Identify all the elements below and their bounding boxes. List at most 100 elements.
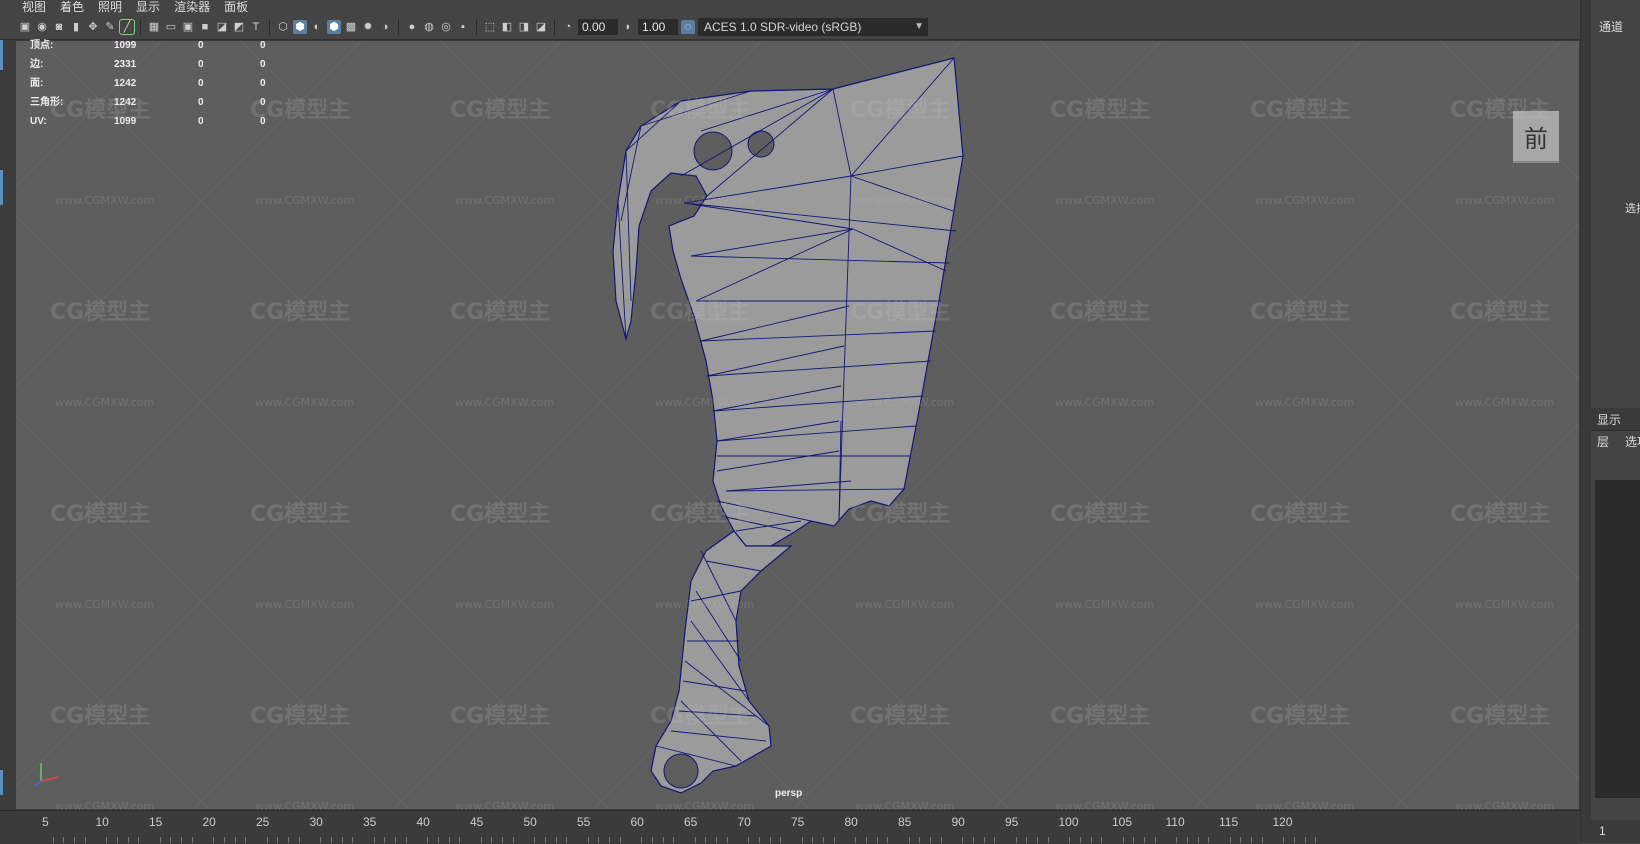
timeline-minor-tick (459, 837, 461, 843)
hud-label: UV: (30, 116, 47, 127)
menu-renderer[interactable]: 渲染器 (174, 0, 210, 14)
default-material-icon[interactable]: ◐ (310, 20, 324, 34)
timeline-tick-label: 30 (309, 815, 323, 829)
chevron-down-icon: ▼ (914, 20, 924, 32)
xray-components-icon[interactable]: ◪ (534, 20, 548, 34)
timeline-minor-tick (598, 837, 600, 843)
timeline-minor-tick (1240, 837, 1242, 843)
tool-marker (0, 170, 3, 205)
timeline-minor-tick (919, 837, 921, 843)
channels-menu[interactable]: 通道 (1599, 18, 1623, 35)
timeline-minor-tick (1315, 837, 1317, 843)
timeline-minor-tick (437, 837, 439, 843)
menu-lighting[interactable]: 照明 (98, 0, 122, 14)
timeline-tick-label: 5 (42, 815, 49, 829)
viewcube[interactable]: 前 (1513, 111, 1559, 161)
timeline-tick-label: 100 (1058, 815, 1079, 829)
xray-joints-icon[interactable]: ◨ (517, 20, 531, 34)
exposure-field[interactable] (578, 18, 618, 35)
lights-icon[interactable]: ✹ (361, 20, 375, 34)
menu-shading[interactable]: 着色 (60, 0, 84, 14)
menu-show[interactable]: 显示 (136, 0, 160, 14)
tab-display[interactable]: 显示 (1597, 411, 1621, 428)
hud-value: 1242 (114, 78, 137, 89)
gamma-field[interactable] (638, 18, 678, 35)
hud-value: 1099 (114, 116, 137, 127)
timeline-minor-tick (801, 837, 803, 843)
field-chart-icon[interactable]: ◪ (215, 20, 229, 34)
timeline-tick-label: 20 (202, 815, 216, 829)
film-gate-icon[interactable]: ▭ (164, 20, 178, 34)
camera-select-icon[interactable]: ▣ (18, 20, 32, 34)
resolution-gate-icon[interactable]: ▣ (181, 20, 195, 34)
timeline-minor-tick (619, 837, 621, 843)
pencil-tool-icon[interactable]: ╱ (119, 18, 135, 35)
menu-layers[interactable]: 层 (1597, 433, 1609, 450)
timeline-minor-tick (758, 837, 760, 843)
camera-attributes-icon[interactable]: ◉ (35, 20, 49, 34)
menu-panels[interactable]: 面板 (224, 0, 248, 14)
timeline-minor-tick (245, 837, 247, 843)
xray-icon[interactable]: ◧ (500, 20, 514, 34)
safe-action-icon[interactable]: ◩ (232, 20, 246, 34)
menu-view[interactable]: 视图 (22, 0, 46, 14)
3d-viewport[interactable]: 前 (15, 40, 1580, 810)
anti-aliasing-icon[interactable]: ◎ (439, 20, 453, 34)
timeline-minor-tick (555, 837, 557, 843)
timeline-minor-tick (384, 837, 386, 843)
motion-blur-icon[interactable]: ◍ (422, 20, 436, 34)
timeline-minor-tick (769, 837, 771, 843)
image-plane-icon[interactable]: ▮ (69, 20, 83, 34)
timeline-minor-tick (1208, 837, 1210, 843)
color-management-dropdown[interactable]: ACES 1.0 SDR-video (sRGB) ▼ (698, 17, 928, 36)
timeline-tick-label: 90 (951, 815, 965, 829)
layer-list[interactable] (1595, 480, 1640, 798)
select-label[interactable]: 选择 (1625, 200, 1640, 216)
timeline-minor-tick (1261, 837, 1263, 843)
2d-pan-icon[interactable]: ✥ (86, 20, 100, 34)
hud-label: 三角形: (30, 97, 64, 108)
timeline-tick-label: 80 (844, 815, 858, 829)
wireframe-on-shaded-icon[interactable]: ⬢ (327, 19, 341, 34)
timeline-minor-tick (116, 837, 118, 843)
smooth-shade-icon[interactable]: ⬢ (293, 19, 307, 34)
timeline-minor-tick (373, 837, 375, 843)
depth-of-field-icon[interactable]: ▪ (456, 20, 470, 34)
toolbar-divider (554, 18, 555, 35)
grease-pencil-icon[interactable]: ✎ (103, 20, 117, 34)
menu-options[interactable]: 选项 (1625, 433, 1640, 450)
timeline-tick-label: 10 (95, 815, 109, 829)
textured-icon[interactable]: ▩ (344, 20, 358, 34)
color-management-icon[interactable]: ◌ (681, 19, 695, 34)
timeline-minor-tick (641, 837, 643, 843)
toolbar-divider (476, 18, 477, 35)
viewport-menu-bar: 视图 着色 照明 显示 渲染器 面板 (0, 0, 1602, 14)
gamma-icon[interactable]: ◗ (621, 20, 635, 34)
current-frame-value[interactable]: 1 (1599, 824, 1606, 838)
timeline-minor-tick (1197, 837, 1199, 843)
ambient-occlusion-icon[interactable]: ● (405, 20, 419, 34)
timeline-tick-label: 15 (149, 815, 163, 829)
timeline-minor-tick (1101, 837, 1103, 843)
time-slider[interactable]: 5 10 15 20 25 30 35 40 45 50 55 60 65 70 75 80 85 90 95 100… (0, 810, 1580, 844)
hud-value: 0 (260, 59, 266, 70)
timeline-minor-tick (159, 837, 161, 843)
timeline-minor-tick (277, 837, 279, 843)
gate-mask-icon[interactable]: ■ (198, 20, 212, 34)
exposure-icon[interactable]: ◔ (561, 20, 575, 34)
grid-icon[interactable]: ▦ (147, 20, 161, 34)
timeline-minor-tick (427, 837, 429, 843)
timeline-minor-tick (908, 837, 910, 843)
timeline-tick-label: 35 (363, 815, 377, 829)
hud-row: 三角形: 1242 0 0 (30, 93, 310, 112)
timeline-minor-tick (298, 837, 300, 843)
shadows-icon[interactable]: ◑ (378, 20, 392, 34)
wireframe-icon[interactable]: ⬡ (276, 20, 290, 34)
timeline-tick-label: 45 (470, 815, 484, 829)
hud-value: 0 (260, 116, 266, 127)
bookmark-icon[interactable]: ◙ (52, 20, 66, 34)
safe-title-icon[interactable]: T (249, 20, 263, 34)
isolate-select-icon[interactable]: ⬚ (483, 20, 497, 34)
timeline-tick-label: 65 (684, 815, 698, 829)
panel-divider[interactable] (1581, 0, 1591, 843)
